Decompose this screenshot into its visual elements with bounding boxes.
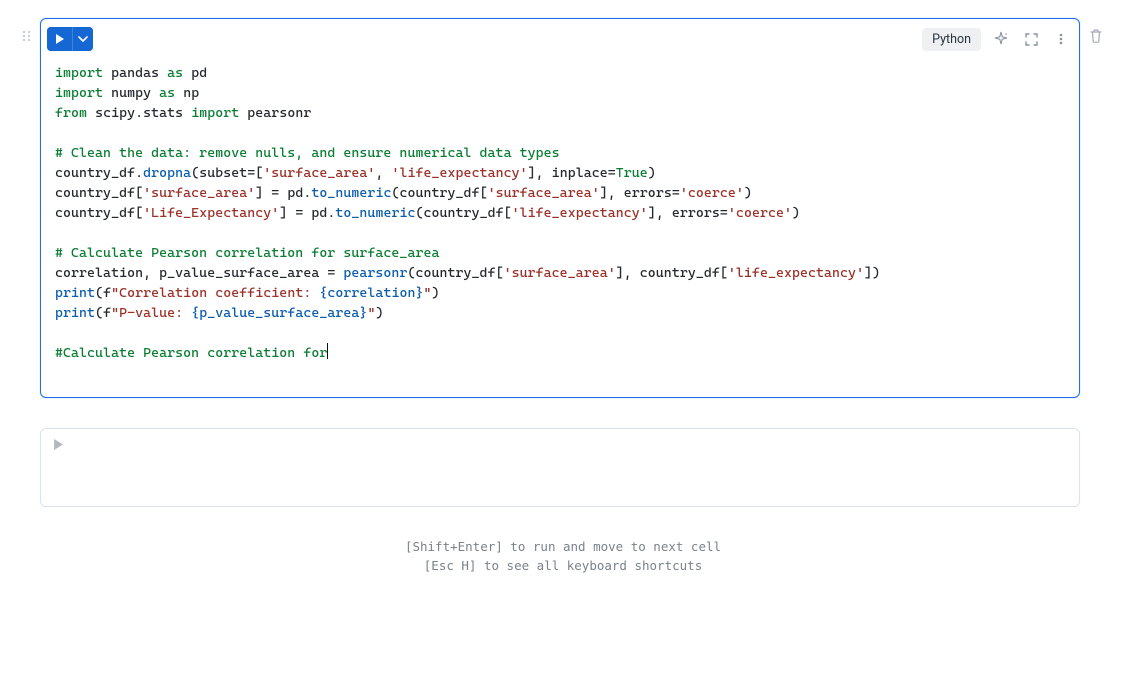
function: print: [55, 285, 95, 301]
chevron-down-icon: [78, 34, 88, 44]
comment: # Clean the data: remove nulls, and ensu…: [55, 145, 560, 161]
run-button[interactable]: [47, 27, 73, 51]
hint-shortcuts: [Esc H] to see all keyboard shortcuts: [14, 556, 1112, 575]
code-text: (f: [95, 285, 111, 301]
code-text: ], country_df[: [616, 265, 728, 281]
keyboard-hints: [Shift+Enter] to run and move to next ce…: [14, 537, 1112, 575]
cell-menu-button[interactable]: [1051, 29, 1071, 49]
text-cursor: [327, 343, 328, 359]
code-text: country_df[: [55, 205, 143, 221]
code-text: (f: [95, 305, 111, 321]
code-text: ,: [375, 165, 391, 181]
notebook-workspace: Python import pandas as pd import numpy …: [0, 0, 1126, 593]
string: 'life_expectancy': [391, 165, 527, 181]
comment: # Calculate Pearson correlation for surf…: [55, 245, 440, 261]
code-text: (country_df[: [407, 265, 503, 281]
function: print: [55, 305, 95, 321]
string: 'surface_area': [504, 265, 616, 281]
keyword: from: [55, 105, 87, 121]
identifier: numpy: [111, 85, 151, 101]
code-text: ): [792, 205, 800, 221]
cell-row: Python import pandas as pd import numpy …: [14, 18, 1112, 398]
code-text: ): [648, 165, 656, 181]
code-text: (country_df[: [391, 185, 487, 201]
cell-row: [14, 428, 1112, 507]
cell-toolbar: Python: [41, 19, 1079, 53]
code-text: ], errors=: [648, 205, 728, 221]
string: 'life_expectancy': [512, 205, 648, 221]
cell-drag-handle[interactable]: [14, 18, 40, 42]
expand-button[interactable]: [1021, 29, 1041, 49]
code-text: (country_df[: [416, 205, 512, 221]
cell-drag-handle-empty: [14, 428, 40, 440]
code-text: country_df[: [55, 185, 143, 201]
string: 'coerce': [680, 185, 744, 201]
comment: #Calculate Pearson correlation for: [55, 345, 327, 361]
string: 'life_expectancy': [728, 265, 864, 281]
hint-run: [Shift+Enter] to run and move to next ce…: [14, 537, 1112, 556]
function: pearsonr: [343, 265, 407, 281]
string: "Correlation coefficient:: [111, 285, 319, 301]
kebab-icon: [1054, 32, 1068, 46]
function: to_numeric: [335, 205, 415, 221]
string: 'coerce': [728, 205, 792, 221]
identifier: pearsonr: [247, 105, 311, 121]
code-cell-active[interactable]: Python import pandas as pd import numpy …: [40, 18, 1080, 398]
function: dropna: [143, 165, 191, 181]
code-text: ], inplace=: [528, 165, 616, 181]
run-button-group: [47, 27, 93, 51]
expand-icon: [1024, 32, 1039, 47]
sparkle-icon: [993, 31, 1009, 47]
ai-assist-button[interactable]: [991, 29, 1011, 49]
fstring-expr: {p_value_surface_area}: [191, 305, 367, 321]
language-selector[interactable]: Python: [922, 28, 981, 51]
identifier: np: [183, 85, 199, 101]
string: 'surface_area': [263, 165, 375, 181]
identifier: pandas: [111, 65, 159, 81]
code-text: ] = pd.: [279, 205, 335, 221]
string: 'surface_area': [143, 185, 255, 201]
drag-icon: [21, 30, 33, 42]
string: "P-value:: [111, 305, 191, 321]
identifier: scipy.stats: [95, 105, 183, 121]
code-text: country_df.: [55, 165, 143, 181]
boolean: True: [616, 165, 648, 181]
keyword: import: [55, 65, 103, 81]
keyword: as: [167, 65, 183, 81]
play-icon: [55, 34, 65, 44]
code-text: (subset=[: [191, 165, 263, 181]
code-text: ], errors=: [600, 185, 680, 201]
code-text: ): [744, 185, 752, 201]
run-options-button[interactable]: [73, 27, 93, 51]
keyword: import: [191, 105, 239, 121]
keyword: as: [159, 85, 175, 101]
code-cell-empty[interactable]: [40, 428, 1080, 507]
code-text: ): [432, 285, 440, 301]
code-editor[interactable]: import pandas as pd import numpy as np f…: [41, 53, 1079, 397]
function: to_numeric: [311, 185, 391, 201]
code-text: ] = pd.: [255, 185, 311, 201]
code-text: ]): [864, 265, 880, 281]
string: 'Life_Expectancy': [143, 205, 279, 221]
fstring-expr: {correlation}: [319, 285, 423, 301]
string: 'surface_area': [488, 185, 600, 201]
keyword: import: [55, 85, 103, 101]
play-icon[interactable]: [53, 439, 64, 450]
code-text: ): [375, 305, 383, 321]
identifier: pd: [191, 65, 207, 81]
trash-icon[interactable]: [1088, 28, 1104, 44]
string: ": [424, 285, 432, 301]
code-text: correlation, p_value_surface_area =: [55, 265, 343, 281]
